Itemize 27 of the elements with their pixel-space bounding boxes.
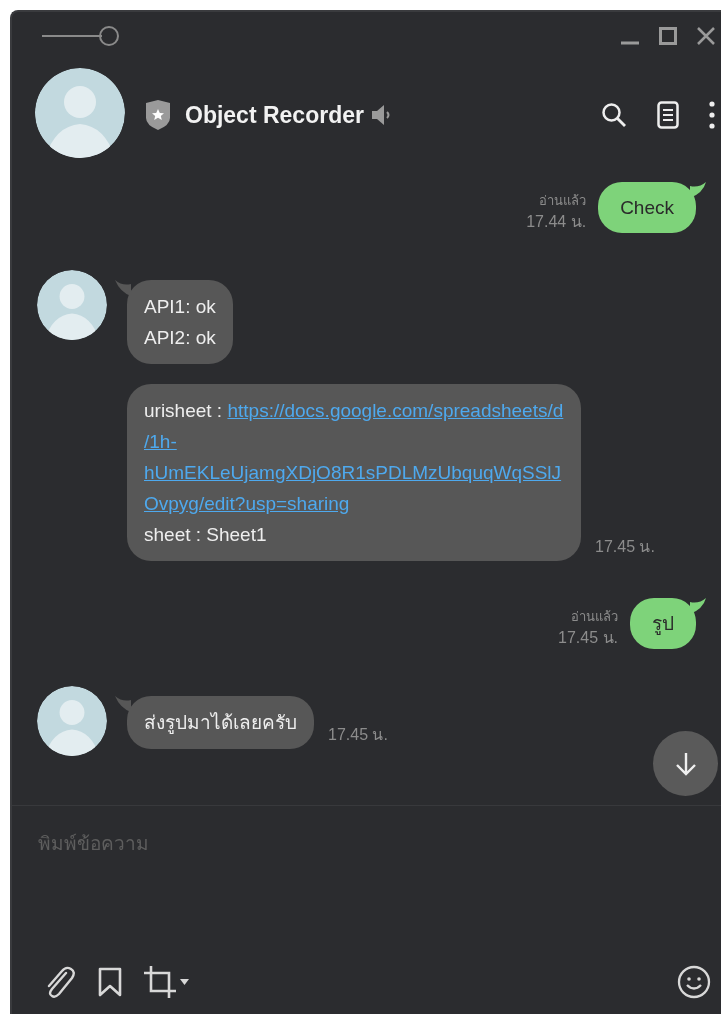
arrow-down-icon: [674, 750, 697, 777]
bubble-tail: [690, 598, 706, 614]
emoji-icon[interactable]: [677, 964, 711, 999]
bookmark-icon[interactable]: [98, 966, 122, 997]
timestamp: 17.45 น.: [595, 537, 655, 557]
speaker-icon[interactable]: [371, 105, 392, 125]
message-text: ส่งรูปมาได้เลยครับ: [144, 711, 297, 736]
read-status: อ่านแล้ว: [571, 608, 618, 626]
chat-title: Object Recorder: [185, 101, 364, 129]
timestamp: 17.45 น.: [328, 725, 388, 745]
notes-icon[interactable]: [657, 101, 679, 129]
caret-icon[interactable]: [180, 978, 189, 985]
close-icon[interactable]: [697, 27, 715, 45]
shield-icon: [145, 100, 171, 130]
message-bubble: Check: [598, 182, 696, 233]
message-text: API1: ok API2: ok: [144, 295, 216, 350]
timestamp: 17.45 น.: [558, 628, 618, 648]
message-text: urisheet : https://docs.google.com/spreadsheets/d/1h-hUmEKLeUjamgXDjO8R1sPDLMzUbquqWqSSlJOvpyg/edit?usp=sharing sheet : Sheet1: [144, 399, 564, 547]
crop-icon[interactable]: [144, 965, 176, 998]
menu-icon[interactable]: [709, 101, 715, 129]
slider-icon[interactable]: [42, 25, 120, 47]
read-status: อ่านแล้ว: [539, 192, 587, 210]
bubble-tail: [690, 182, 706, 198]
timestamp: 17.44 น.: [526, 212, 587, 232]
maximize-icon[interactable]: [659, 27, 677, 45]
message-bubble: รูป: [630, 598, 696, 649]
search-icon[interactable]: [601, 102, 627, 128]
